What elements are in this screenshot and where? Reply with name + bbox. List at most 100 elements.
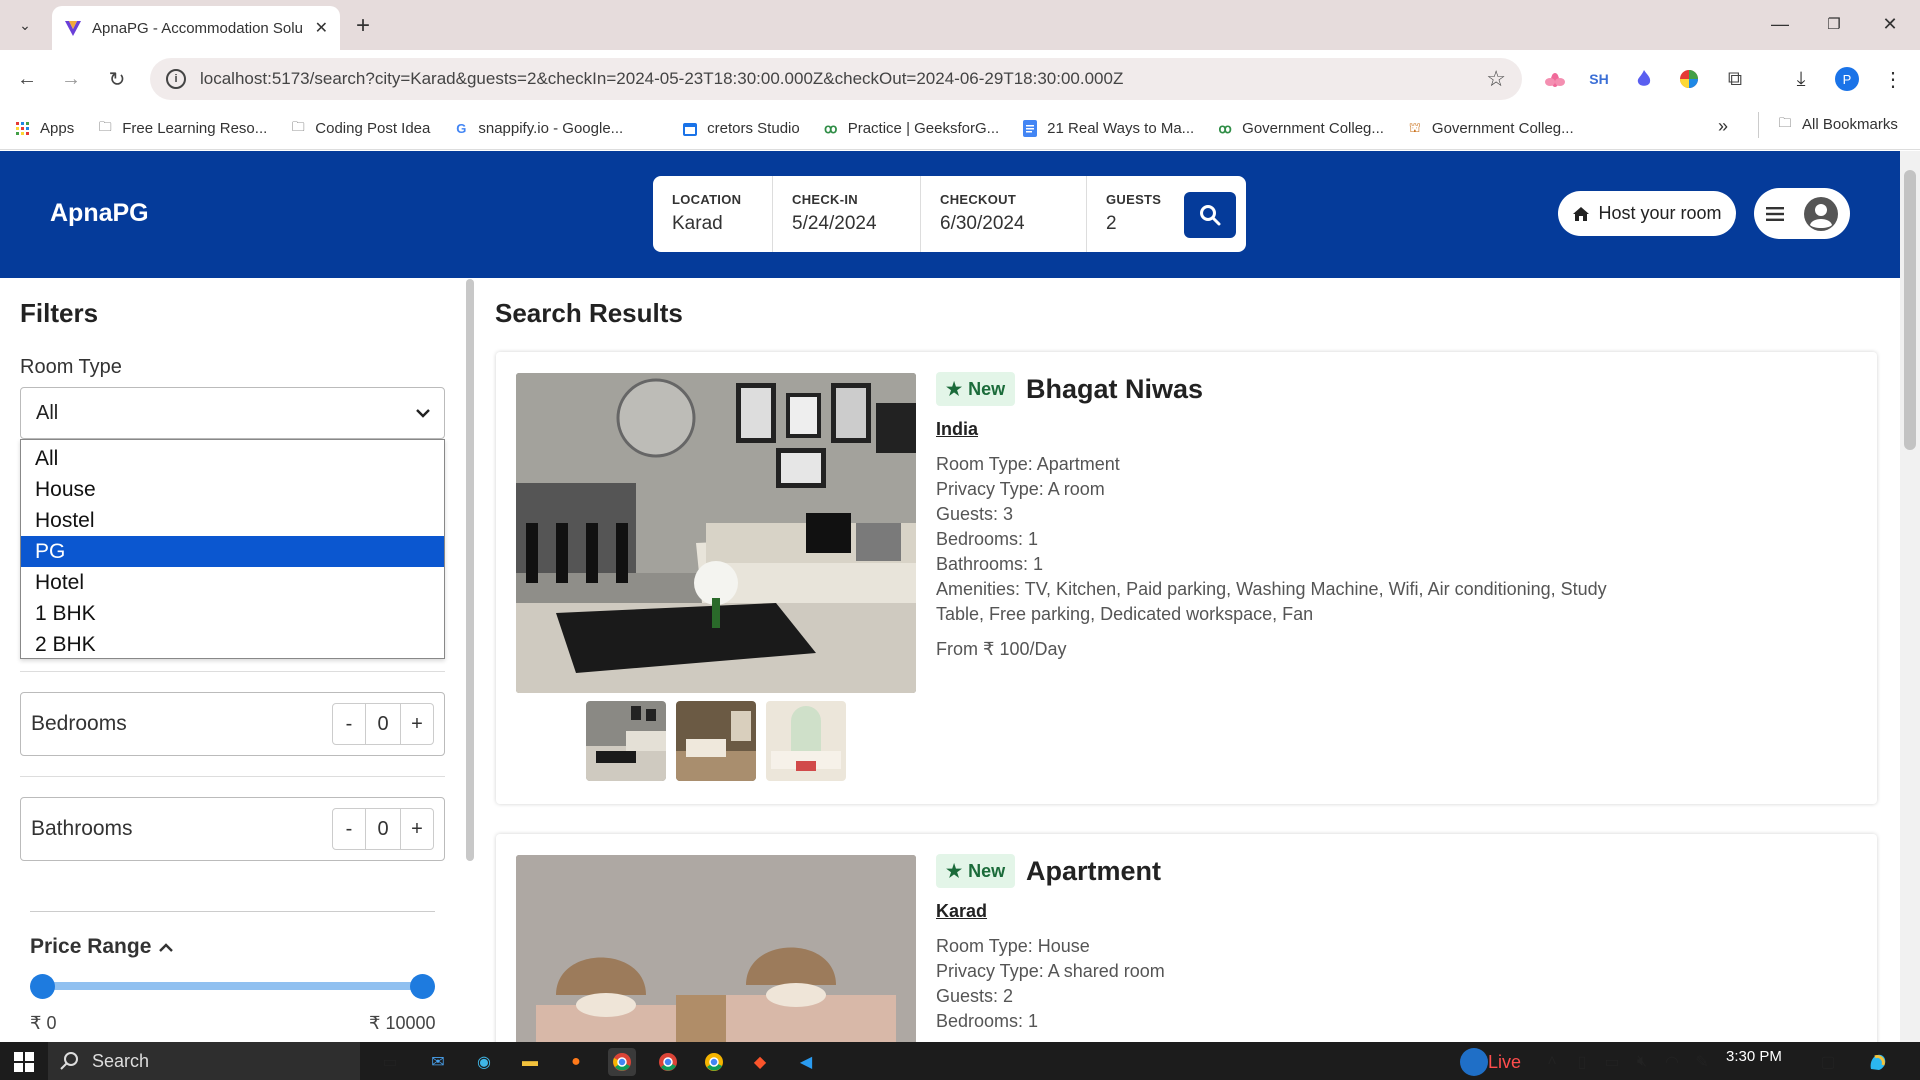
room-type-option[interactable]: 2 BHK xyxy=(21,629,444,660)
lotus-extension-icon[interactable] xyxy=(1542,66,1568,92)
edge-icon[interactable]: ◉ xyxy=(470,1048,498,1076)
task-view-icon[interactable]: ▭ xyxy=(376,1048,404,1076)
listing-thumbnail[interactable] xyxy=(586,701,666,781)
price-range-slider[interactable] xyxy=(42,982,422,990)
url-text[interactable]: localhost:5173/search?city=Karad&guests=… xyxy=(200,69,1472,89)
minimize-icon[interactable]: — xyxy=(1768,12,1792,36)
live-label[interactable]: Live xyxy=(1488,1052,1521,1073)
guests-field[interactable]: GUESTS 2 xyxy=(1087,176,1183,252)
bathrooms-decrement-button[interactable]: - xyxy=(333,809,366,849)
folder-icon: 🗀 xyxy=(291,118,305,134)
wifi-icon[interactable]: ◠ xyxy=(1658,1048,1686,1076)
listing-location-link[interactable]: India xyxy=(936,419,978,440)
listing-thumbnail[interactable] xyxy=(766,701,846,781)
page-scrollbar-thumb[interactable] xyxy=(1904,170,1916,450)
tab-search-chevron-icon[interactable]: ⌄ xyxy=(12,12,38,38)
window-close-icon[interactable]: ✕ xyxy=(1878,12,1902,36)
bookmark-gfg[interactable]: ꝏ Practice | GeeksforG... xyxy=(822,120,999,137)
chrome-profile-icon[interactable] xyxy=(700,1048,728,1076)
site-info-icon[interactable]: i xyxy=(166,69,186,89)
bathrooms-increment-button[interactable]: + xyxy=(400,809,433,849)
notification-icon[interactable]: ▢ xyxy=(1814,1048,1842,1076)
bookmark-cretors[interactable]: cretors Studio xyxy=(681,120,800,137)
live-cricket-icon[interactable] xyxy=(1460,1048,1488,1076)
bookmark-gov-college-1[interactable]: ꝏ Government Colleg... xyxy=(1216,120,1384,137)
reload-icon[interactable]: ↻ xyxy=(104,66,130,92)
restore-icon[interactable]: ❐ xyxy=(1822,12,1846,36)
app-logo[interactable]: ApnaPG xyxy=(50,199,149,228)
taskbar-clock[interactable]: 3:30 PM xyxy=(1726,1048,1782,1065)
room-type-select[interactable]: All xyxy=(20,387,445,439)
file-explorer-icon[interactable]: ▬ xyxy=(516,1048,544,1076)
taskbar-search[interactable]: Search xyxy=(48,1042,360,1080)
listing-thumbnail[interactable] xyxy=(676,701,756,781)
search-button[interactable] xyxy=(1184,192,1236,238)
room-type-option[interactable]: Hotel xyxy=(21,567,444,598)
volume-mute-icon[interactable]: 🔇︎ xyxy=(1628,1048,1656,1076)
all-bookmarks[interactable]: 🗀 All Bookmarks xyxy=(1776,115,1897,134)
new-tab-plus-icon[interactable]: + xyxy=(356,12,370,40)
room-type-option[interactable]: 1 BHK xyxy=(21,598,444,629)
room-type-option[interactable]: Hostel xyxy=(21,505,444,536)
listing-title[interactable]: Apartment xyxy=(1026,856,1161,887)
checkin-field[interactable]: CHECK-IN 5/24/2024 xyxy=(773,176,921,252)
listing-title[interactable]: Bhagat Niwas xyxy=(1026,374,1203,405)
bookmark-gov-college-2[interactable]: ⛫ Government Colleg... xyxy=(1406,120,1574,138)
extensions-puzzle-icon[interactable]: ⧉ xyxy=(1722,66,1748,92)
listing-main-image[interactable] xyxy=(516,855,916,1045)
address-bar[interactable]: i localhost:5173/search?city=Karad&guest… xyxy=(150,58,1522,100)
tab-close-icon[interactable]: ✕ xyxy=(315,18,328,38)
bedrooms-decrement-button[interactable]: - xyxy=(333,704,366,744)
checkout-field[interactable]: CHECKOUT 6/30/2024 xyxy=(921,176,1087,252)
more-bookmarks-chevron-icon[interactable]: » xyxy=(1718,116,1728,137)
chrome-profile-icon[interactable] xyxy=(654,1048,682,1076)
mail-icon[interactable]: ✉ xyxy=(424,1048,452,1076)
bookmark-divider xyxy=(1758,112,1759,138)
bookmark-apps[interactable]: Apps xyxy=(14,120,74,137)
user-menu-button[interactable] xyxy=(1754,188,1850,239)
guests-value[interactable]: 2 xyxy=(1106,213,1183,235)
checkin-value[interactable]: 5/24/2024 xyxy=(792,213,920,235)
forward-arrow-icon[interactable]: → xyxy=(58,66,84,92)
color-wheel-extension-icon[interactable] xyxy=(1676,66,1702,92)
brave-icon[interactable]: ◆ xyxy=(746,1048,774,1076)
tray-device-icon[interactable]: ▯ xyxy=(1568,1048,1596,1076)
room-type-option-highlighted[interactable]: PG xyxy=(21,536,444,567)
host-your-room-button[interactable]: Host your room xyxy=(1558,191,1736,236)
listing-main-image[interactable] xyxy=(516,373,916,693)
location-value[interactable]: Karad xyxy=(672,213,772,235)
copilot-icon[interactable] xyxy=(1864,1048,1892,1076)
price-max-handle[interactable] xyxy=(410,974,435,999)
location-field[interactable]: LOCATION Karad xyxy=(653,176,773,252)
price-min-handle[interactable] xyxy=(30,974,55,999)
room-type-option[interactable]: House xyxy=(21,474,444,505)
bookmark-label: 21 Real Ways to Ma... xyxy=(1047,120,1195,137)
browser-tab[interactable]: ApnaPG - Accommodation Solu ✕ xyxy=(52,6,340,50)
listing-location-link[interactable]: Karad xyxy=(936,901,987,922)
sh-extension-icon[interactable]: SH xyxy=(1586,66,1612,92)
room-type-option[interactable]: All xyxy=(21,443,444,474)
windows-start-icon[interactable] xyxy=(10,1048,38,1076)
bedrooms-increment-button[interactable]: + xyxy=(400,704,433,744)
battery-icon[interactable]: ▭ xyxy=(1598,1048,1626,1076)
price-range-header[interactable]: Price Range xyxy=(30,935,174,959)
bookmark-star-icon[interactable]: ☆ xyxy=(1486,66,1506,92)
download-icon[interactable]: ⤓ xyxy=(1788,66,1814,92)
firefox-icon[interactable]: ● xyxy=(562,1048,590,1076)
bookmark-snappify[interactable]: Gsnappify.io - Google... xyxy=(452,120,623,137)
flame-extension-icon[interactable] xyxy=(1631,66,1657,92)
bookmark-coding-post[interactable]: 🗀 Coding Post Idea xyxy=(289,118,431,138)
sidebar-scrollbar[interactable] xyxy=(466,279,474,861)
profile-avatar[interactable]: P xyxy=(1834,66,1860,92)
listing-card[interactable]: ★ New Bhagat Niwas India Room Type: Apar… xyxy=(496,352,1877,804)
chrome-icon[interactable] xyxy=(608,1048,636,1076)
browser-menu-icon[interactable]: ⋮ xyxy=(1880,66,1906,92)
vscode-icon[interactable]: ◀ xyxy=(792,1048,820,1076)
pen-icon[interactable]: ✎ xyxy=(1688,1048,1716,1076)
back-arrow-icon[interactable]: ← xyxy=(14,66,40,92)
bookmark-free-learning[interactable]: 🗀 Free Learning Reso... xyxy=(96,119,268,138)
room-type-text: Room Type: House xyxy=(936,936,1090,956)
bookmark-21-ways[interactable]: 21 Real Ways to Ma... xyxy=(1021,120,1194,137)
tray-chevron-up-icon[interactable]: ˄ xyxy=(1538,1048,1566,1076)
checkout-value[interactable]: 6/30/2024 xyxy=(940,213,1086,235)
